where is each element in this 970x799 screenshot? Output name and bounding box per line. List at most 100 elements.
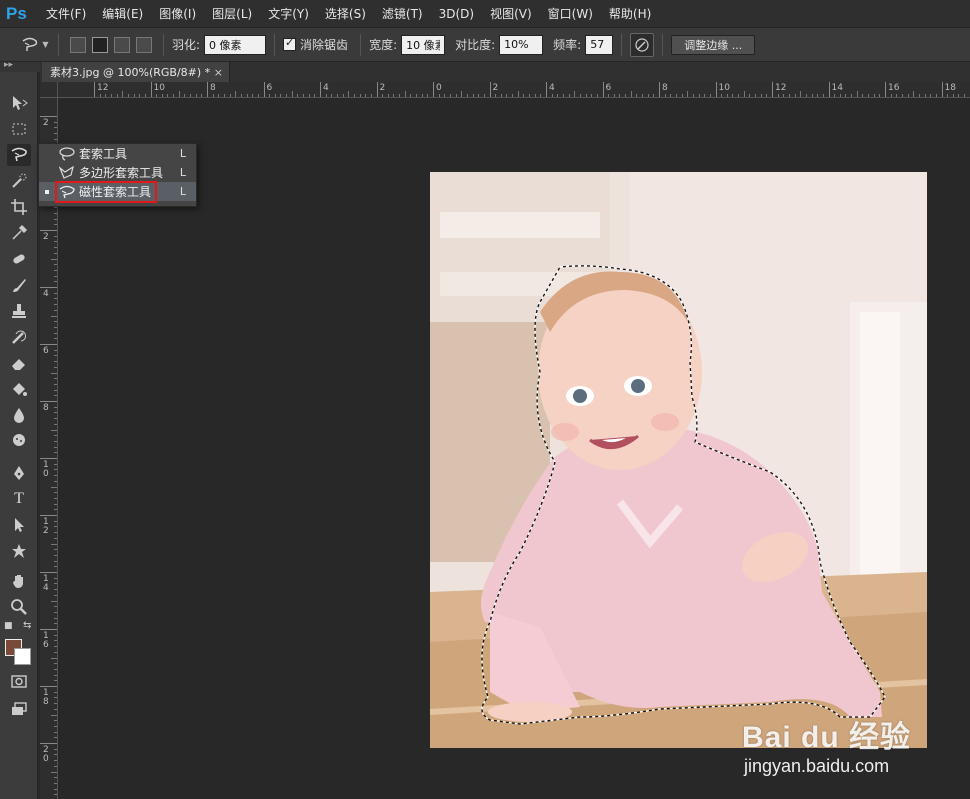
feather-input[interactable] xyxy=(204,34,267,55)
width-input[interactable] xyxy=(401,34,446,55)
ruler-label: 10 xyxy=(718,83,730,93)
background-color-swatch[interactable] xyxy=(14,648,31,665)
brush-tool[interactable] xyxy=(7,274,31,296)
refine-edge-button[interactable]: 调整边缘 ... xyxy=(671,34,756,55)
ruler-minor-tick xyxy=(54,446,57,448)
menu-window[interactable]: 窗口(W) xyxy=(548,5,593,22)
flyout-item-lasso[interactable]: 套索工具 L xyxy=(39,144,196,163)
quick-selection-tool[interactable] xyxy=(7,170,31,192)
ruler-minor-tick xyxy=(596,94,598,97)
ruler-label: 2 xyxy=(43,118,49,128)
menu-view[interactable]: 视图(V) xyxy=(490,5,532,22)
document-image[interactable] xyxy=(430,172,927,748)
ruler-minor-tick xyxy=(336,94,338,97)
ruler-label: 12 xyxy=(775,83,787,93)
ruler-tick xyxy=(40,629,57,630)
menu-layer[interactable]: 图层(L) xyxy=(212,5,252,22)
ruler-label: 16 xyxy=(888,83,900,93)
dodge-tool[interactable] xyxy=(7,430,31,452)
ruler-minor-tick xyxy=(625,94,627,97)
ruler-minor-tick xyxy=(399,94,401,97)
panel-collapse-bar[interactable]: ▸▸ xyxy=(0,60,40,72)
eraser-tool[interactable] xyxy=(7,352,31,374)
menu-3d[interactable]: 3D(D) xyxy=(439,7,474,21)
marquee-tool[interactable] xyxy=(7,118,31,140)
antialias-checkbox[interactable] xyxy=(283,36,297,51)
ruler-minor-tick xyxy=(54,777,57,779)
ruler-minor-tick xyxy=(54,264,57,266)
swap-colors-icon[interactable]: ⇆ xyxy=(23,620,31,631)
pen-pressure-button[interactable] xyxy=(630,32,655,57)
menu-filter[interactable]: 滤镜(T) xyxy=(382,5,423,22)
menu-image[interactable]: 图像(I) xyxy=(159,5,196,22)
type-tool[interactable]: T xyxy=(7,488,31,510)
zoom-tool[interactable] xyxy=(7,596,31,618)
ruler-minor-tick xyxy=(54,469,57,471)
ruler-minor-tick xyxy=(958,94,960,97)
flyout-item-polygonal-lasso[interactable]: 多边形套索工具 L xyxy=(39,163,196,182)
ruler-minor-tick xyxy=(54,634,57,636)
menu-edit[interactable]: 编辑(E) xyxy=(102,5,143,22)
ruler-minor-tick xyxy=(54,298,57,300)
ruler-minor-tick xyxy=(54,560,57,562)
ruler-minor-tick xyxy=(529,94,531,97)
ruler-minor-tick xyxy=(755,94,757,97)
crop-tool[interactable] xyxy=(7,196,31,218)
ruler-tick xyxy=(40,743,57,744)
lasso-tool[interactable] xyxy=(7,144,31,166)
antialias-label: 消除锯齿 xyxy=(300,38,349,52)
ruler-minor-tick xyxy=(54,321,57,323)
path-selection-tool[interactable] xyxy=(7,514,31,536)
ruler-minor-tick xyxy=(54,668,57,670)
ruler-minor-tick xyxy=(54,703,57,705)
tool-preset-picker[interactable]: ▼ xyxy=(20,33,50,57)
horizontal-ruler[interactable]: 12 10 8 6 4 2 0 2 4 6 8 10 12 14 16 18 xyxy=(58,82,970,98)
ruler-minor-tick xyxy=(687,91,689,97)
ruler-minor-tick xyxy=(127,94,129,97)
history-brush-icon xyxy=(12,330,27,344)
menu-file[interactable]: 文件(F) xyxy=(46,5,86,22)
subtract-from-selection-button[interactable] xyxy=(114,36,130,53)
ruler-tick xyxy=(40,686,57,687)
ruler-minor-tick xyxy=(314,94,316,97)
document-tab[interactable]: 素材3.jpg @ 100%(RGB/8#) * × xyxy=(42,62,230,82)
ruler-minor-tick xyxy=(246,94,248,97)
ruler-tick xyxy=(263,82,265,97)
menu-select[interactable]: 选择(S) xyxy=(325,5,366,22)
ruler-label: 8 xyxy=(210,83,216,93)
blur-tool[interactable] xyxy=(7,404,31,426)
move-tool[interactable] xyxy=(7,92,31,114)
clone-stamp-tool[interactable] xyxy=(7,300,31,322)
close-icon[interactable]: × xyxy=(214,66,223,79)
hand-tool[interactable] xyxy=(7,570,31,592)
eyedropper-tool[interactable] xyxy=(7,222,31,244)
history-brush-tool[interactable] xyxy=(7,326,31,348)
ruler-label: 14 xyxy=(43,574,49,593)
frequency-input[interactable] xyxy=(585,34,614,55)
shape-tool[interactable] xyxy=(7,540,31,562)
ruler-minor-tick xyxy=(54,383,57,385)
paint-bucket-tool[interactable] xyxy=(7,378,31,400)
ruler-minor-tick xyxy=(704,94,706,97)
new-selection-button[interactable] xyxy=(70,36,86,53)
ruler-minor-tick xyxy=(608,94,610,97)
healing-brush-tool[interactable] xyxy=(7,248,31,270)
ruler-minor-tick xyxy=(540,94,542,97)
custom-shape-icon xyxy=(12,544,26,558)
ruler-minor-tick xyxy=(585,94,587,97)
ruler-minor-tick xyxy=(54,218,57,220)
intersect-selection-button[interactable] xyxy=(136,36,152,53)
menu-type[interactable]: 文字(Y) xyxy=(268,5,309,22)
menu-help[interactable]: 帮助(H) xyxy=(609,5,651,22)
ruler-tick xyxy=(659,82,660,97)
add-to-selection-button[interactable] xyxy=(92,36,108,53)
arrow-pointer-icon xyxy=(15,518,24,532)
contrast-input[interactable] xyxy=(499,34,544,55)
pen-tool[interactable] xyxy=(7,462,31,484)
ruler-minor-tick xyxy=(732,94,734,97)
ruler-corner[interactable] xyxy=(40,82,58,98)
screen-mode-button[interactable] xyxy=(7,698,31,720)
ruler-label: 18 xyxy=(944,83,956,93)
default-colors-icon[interactable]: ■ xyxy=(4,621,13,631)
quick-mask-button[interactable] xyxy=(7,670,31,692)
